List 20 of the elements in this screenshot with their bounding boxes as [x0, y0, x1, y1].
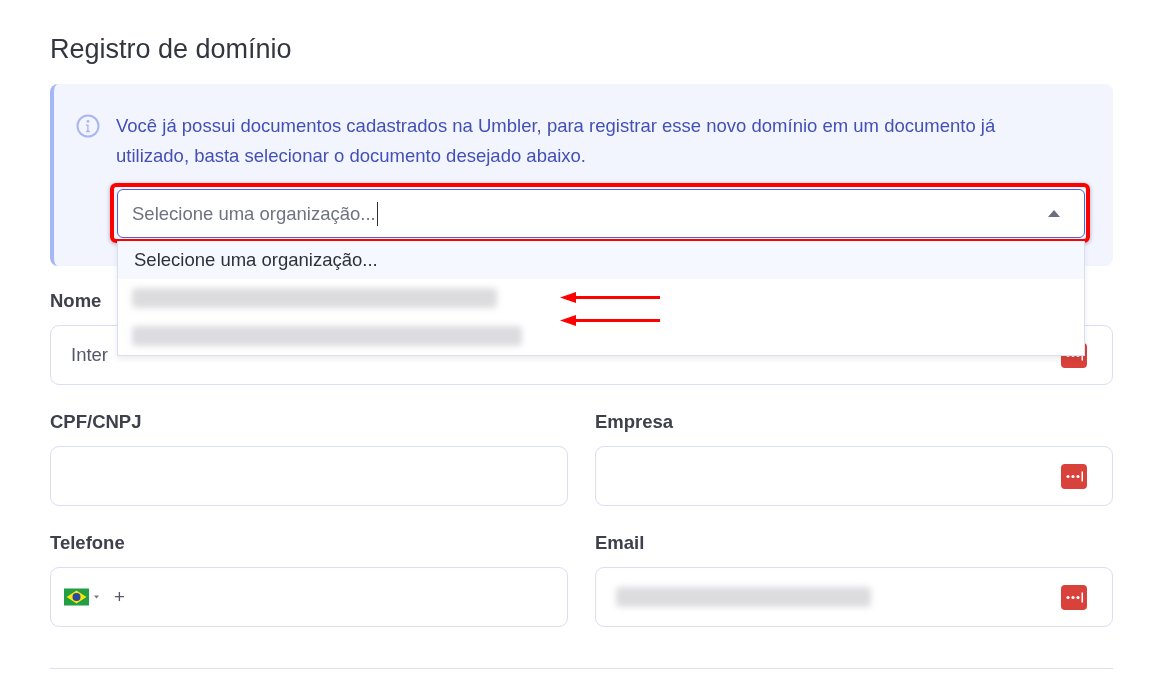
password-manager-icon[interactable]: [1061, 584, 1087, 610]
field-value: +: [114, 586, 125, 608]
flag-icon[interactable]: [64, 588, 100, 606]
input-field[interactable]: [50, 446, 568, 506]
page-title: Registro de domínio: [50, 33, 293, 66]
field-label: Telefone: [50, 532, 125, 554]
field-label: CPF/CNPJ: [50, 411, 142, 433]
input-field[interactable]: +: [50, 567, 568, 627]
field-value: Inter: [71, 344, 109, 366]
input-field[interactable]: [595, 446, 1113, 506]
info-icon: [76, 114, 100, 138]
caret-icon: [1048, 210, 1060, 217]
organization-select[interactable]: Selecione uma organização...: [117, 189, 1085, 238]
dropdown-option[interactable]: Selecione uma organização...: [118, 241, 1084, 279]
notice-text: Você já possui documentos cadastrados na Umbler, para registrar esse novo domínio em um documento já utilizado, basta selecionar o documento desejado abaixo.: [116, 114, 996, 168]
field-label: Nome: [50, 290, 102, 312]
field-label: Email: [595, 532, 645, 554]
field-label: Empresa: [595, 411, 674, 433]
input-field[interactable]: [595, 567, 1113, 627]
password-manager-icon[interactable]: [1061, 463, 1087, 489]
